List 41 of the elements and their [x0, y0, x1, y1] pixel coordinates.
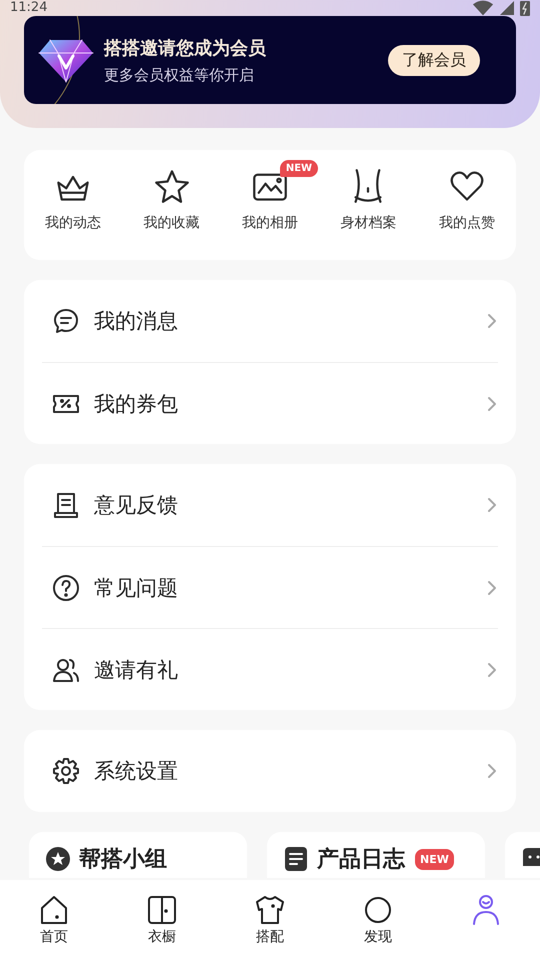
feature-card[interactable]: 帮搭小组	[29, 832, 247, 878]
chevron-right-icon	[486, 762, 498, 780]
menu-item[interactable]: 常见问题	[42, 546, 498, 628]
new-badge: NEW	[415, 848, 454, 870]
nav-tab[interactable]: 首页	[0, 880, 108, 960]
shortcut-label[interactable]: 我的收藏	[144, 214, 200, 232]
menu-item[interactable]: 我的消息	[42, 280, 498, 362]
shortcut-label[interactable]: 我的相册	[242, 214, 298, 232]
feature-title: 帮搭小组	[79, 846, 167, 874]
nav-tab[interactable]: 衣橱	[108, 880, 216, 960]
shortcut-label[interactable]: 我的动态	[45, 214, 102, 232]
chevron-right-icon	[486, 394, 498, 412]
wifi-icon	[472, 0, 494, 16]
chevron-right-icon	[486, 496, 498, 514]
new-badge: NEW	[280, 160, 318, 177]
nav-tab[interactable]: 搭配	[216, 880, 324, 960]
menu-item[interactable]: 系统设置	[42, 730, 498, 812]
menu-item[interactable]: 意见反馈	[42, 464, 498, 546]
document-icon	[52, 491, 80, 519]
battery-icon	[520, 0, 530, 16]
chat-bubble-icon	[52, 307, 80, 335]
note-icon	[283, 846, 309, 872]
star-icon[interactable]	[154, 168, 190, 204]
gear-icon	[52, 757, 80, 785]
shortcut-label[interactable]: 身材档案	[340, 214, 396, 232]
chevron-right-icon	[486, 312, 498, 330]
signal-icon	[500, 0, 514, 16]
shortcut-label[interactable]: 我的点赞	[438, 214, 495, 232]
feature-title: 产品日志	[317, 846, 405, 874]
feature-card[interactable]: 产品日志 NEW	[267, 832, 485, 878]
chevron-right-icon	[486, 578, 498, 596]
star-badge-icon	[45, 846, 71, 872]
status-time: 11:24	[10, 0, 48, 16]
banner-title: 搭搭邀请您成为会员	[104, 36, 267, 60]
chevron-right-icon	[486, 660, 498, 678]
question-icon	[52, 574, 80, 602]
banner-subtitle: 更多会员权益等你开启	[104, 66, 255, 84]
nav-tab[interactable]: 发现	[324, 880, 432, 960]
menu-item[interactable]: 我的券包	[42, 362, 498, 444]
menu-item[interactable]: 邀请有礼	[42, 628, 498, 710]
learn-membership-button[interactable]: 了解会员	[388, 44, 480, 76]
